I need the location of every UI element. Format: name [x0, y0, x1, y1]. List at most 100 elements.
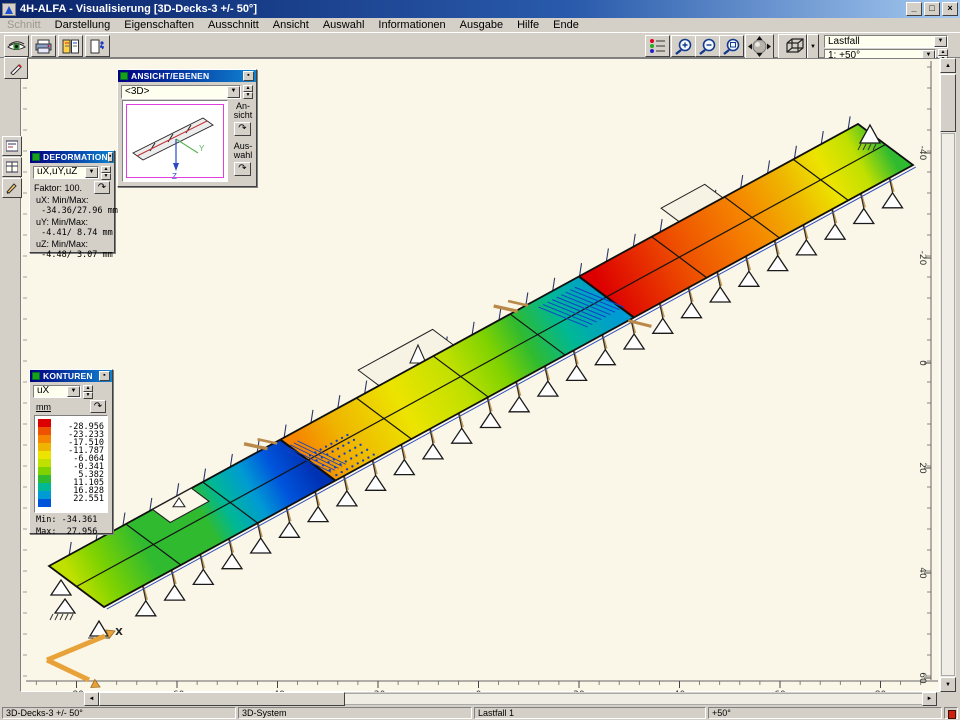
zoom-out-button[interactable]	[695, 35, 720, 57]
panel-icon	[32, 153, 40, 161]
mini-list-icon	[6, 140, 18, 152]
horizontal-scrollbar[interactable]: ◄ ►	[0, 692, 960, 706]
unit-apply-button[interactable]: ↷	[90, 400, 106, 413]
status-icon	[944, 707, 958, 719]
minimize-button[interactable]: _	[906, 2, 922, 16]
view-preview[interactable]: Y Z	[122, 100, 228, 182]
maximize-button[interactable]: □	[924, 2, 940, 16]
status-bar: 3D-Decks-3 +/- 50° 3D-System Lastfall 1 …	[0, 706, 960, 720]
svg-text:0: 0	[917, 360, 927, 366]
scroll-right-icon[interactable]: ►	[922, 692, 937, 706]
menu-bar: Schnitt Darstellung Eigenschaften Aussch…	[0, 18, 960, 32]
menu-item-ende[interactable]: Ende	[546, 19, 586, 31]
zoom-window-button[interactable]	[719, 35, 744, 57]
konturen-panel-titlebar[interactable]: KONTUREN ▪	[30, 370, 112, 382]
panel-close-icon[interactable]: ▪	[99, 371, 110, 381]
menu-item-ansicht[interactable]: Ansicht	[266, 19, 316, 31]
exit-door-icon	[89, 39, 107, 54]
menu-item-schnitt: Schnitt	[0, 19, 48, 31]
lastfall-type-value: Lastfall	[825, 36, 934, 47]
handbook-button[interactable]	[58, 35, 83, 57]
contour-spinner[interactable]: ▲▼	[83, 385, 93, 398]
preview-frame	[126, 104, 224, 178]
pencil-icon	[9, 62, 23, 75]
exit-button[interactable]	[85, 35, 110, 57]
menu-item-ausschnitt[interactable]: Ausschnitt	[201, 19, 266, 31]
svg-text:40: 40	[917, 567, 927, 579]
scroll-left-icon[interactable]: ◄	[84, 692, 99, 706]
legend-swatch	[38, 475, 51, 483]
zoom-out-icon	[698, 38, 718, 55]
svg-text:-40: -40	[917, 146, 927, 161]
menu-item-ausgabe[interactable]: Ausgabe	[453, 19, 510, 31]
view-select[interactable]: <3D> ▼	[121, 85, 241, 99]
contour-select[interactable]: uX ▼	[33, 385, 81, 398]
panel-close-icon[interactable]: ▪	[243, 71, 254, 81]
view-select-value: <3D>	[122, 86, 227, 98]
view-apply-button[interactable]: ↷	[234, 122, 251, 136]
minimized-panel-button-3[interactable]	[2, 178, 22, 198]
close-button[interactable]: ×	[942, 2, 958, 16]
app-icon	[2, 3, 16, 16]
ansicht-panel-title: ANSICHT/EBENEN	[131, 71, 209, 81]
chevron-down-icon[interactable]: ▼	[227, 86, 240, 98]
zoom-in-button[interactable]	[671, 35, 696, 57]
contour-select-value: uX	[34, 386, 67, 397]
minimized-panel-button-2[interactable]	[2, 157, 22, 177]
mini-table-icon	[6, 161, 18, 173]
selection-apply-button[interactable]: ↷	[234, 162, 251, 176]
ansicht-panel-titlebar[interactable]: ANSICHT/EBENEN ▪	[118, 70, 256, 82]
book-icon	[62, 39, 80, 54]
deformation-panel-titlebar[interactable]: DEFORMATION ▪	[30, 151, 114, 163]
chevron-down-icon[interactable]: ▼	[85, 167, 98, 178]
deformation-spinner[interactable]: ▲▼	[101, 166, 111, 179]
svg-text:X: X	[115, 627, 123, 638]
view-eye-button[interactable]	[4, 35, 29, 57]
spin-up-icon[interactable]: ▲	[938, 49, 948, 56]
menu-item-hilfe[interactable]: Hilfe	[510, 19, 546, 31]
horizontal-scroll-thumb[interactable]	[99, 692, 345, 706]
scroll-up-icon[interactable]: ▲	[940, 58, 956, 73]
faktor-apply-button[interactable]: ↷	[94, 181, 110, 194]
deformation-panel: DEFORMATION ▪ uX,uY,uZ ▼ ▲▼ Faktor: 100.…	[29, 150, 115, 253]
scroll-down-icon[interactable]: ▼	[940, 677, 956, 692]
chevron-down-icon[interactable]: ▼	[934, 36, 947, 47]
pan-control[interactable]	[745, 34, 774, 59]
contour-min: Min: -34.361	[36, 515, 106, 525]
legend-swatch	[38, 467, 51, 475]
print-button[interactable]	[31, 35, 56, 57]
deformation-select-value: uX,uY,uZ	[34, 167, 85, 178]
legend-swatch	[38, 451, 51, 459]
redraw-button[interactable]	[4, 57, 28, 79]
svg-text:20: 20	[917, 462, 927, 474]
window-title: 4H-ALFA - Visualisierung [3D-Decks-3 +/-…	[20, 3, 257, 15]
vertical-scroll-thumb[interactable]	[940, 74, 956, 132]
panel-icon	[32, 372, 40, 380]
chevron-down-icon[interactable]: ▼	[67, 386, 80, 397]
view-label: An- sicht	[230, 102, 256, 120]
menu-item-auswahl[interactable]: Auswahl	[316, 19, 372, 31]
menu-item-eigenschaften[interactable]: Eigenschaften	[117, 19, 201, 31]
legend-value: 22.551	[56, 495, 104, 504]
view-spinner[interactable]: ▲▼	[243, 85, 253, 99]
menu-item-darstellung[interactable]: Darstellung	[48, 19, 118, 31]
faktor-label: Faktor: 100.	[34, 183, 82, 193]
menu-item-informationen[interactable]: Informationen	[371, 19, 452, 31]
minimized-panel-button-1[interactable]	[2, 136, 22, 156]
mini-pen-icon	[6, 182, 18, 194]
deformation-panel-title: DEFORMATION	[43, 152, 108, 162]
view-cube-dropdown[interactable]: ▼	[807, 34, 819, 59]
deformation-select[interactable]: uX,uY,uZ ▼	[33, 166, 99, 179]
cube-3d-icon	[781, 37, 805, 57]
lastfall-type-select[interactable]: Lastfall ▼	[824, 35, 948, 48]
pan-sphere-icon	[747, 35, 772, 58]
vertical-scrollbar[interactable]: ▲ ▼	[940, 58, 956, 692]
ansicht-ebenen-panel: ANSICHT/EBENEN ▪ <3D> ▼ ▲▼ Y Z An- sicht…	[117, 69, 257, 187]
selection-label: Aus- wahl	[230, 142, 256, 160]
panel-close-icon[interactable]: ▪	[108, 152, 113, 162]
display-properties-button[interactable]	[645, 35, 670, 57]
legend-swatch	[38, 443, 51, 451]
view-cube-button[interactable]	[778, 34, 807, 59]
legend-swatch	[38, 435, 51, 443]
eye-icon	[7, 39, 26, 53]
